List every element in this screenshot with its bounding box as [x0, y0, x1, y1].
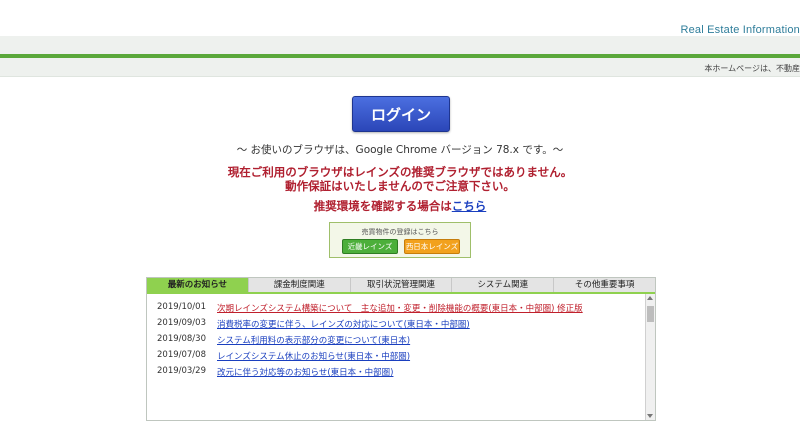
scrollbar-thumb[interactable] [647, 306, 654, 322]
site-notice: 本ホームページは、不動産 [704, 64, 800, 73]
news-item: 2019/08/30 システム利用料の表示部分の変更について(東日本) [147, 332, 645, 348]
news-item: 2019/10/01 次期レインズシステム構築について 主な追加・変更・削除機能… [147, 300, 645, 316]
news-panel: 最新のお知らせ 課金制度関連 取引状況管理関連 システム関連 その他重要事項 2… [146, 277, 656, 421]
tab-other-important[interactable]: その他重要事項 [554, 278, 655, 292]
tab-latest-news[interactable]: 最新のお知らせ [147, 278, 249, 292]
news-link[interactable]: 改元に伴う対応等のお知らせ(東日本・中部圏) [217, 366, 393, 378]
news-link[interactable]: 次期レインズシステム構築について 主な追加・変更・削除機能の概要(東日本・中部圏… [217, 302, 583, 314]
news-date: 2019/03/29 [157, 366, 206, 376]
news-date: 2019/10/01 [157, 302, 206, 312]
site-title: Real Estate Information [680, 24, 800, 36]
tab-billing[interactable]: 課金制度関連 [248, 278, 351, 292]
news-link[interactable]: レインズシステム休止のお知らせ(東日本・中部圏) [217, 350, 410, 362]
news-date: 2019/07/08 [157, 350, 206, 360]
news-tabs: 最新のお知らせ 課金制度関連 取引状況管理関連 システム関連 その他重要事項 [147, 278, 655, 292]
news-link[interactable]: システム利用料の表示部分の変更について(東日本) [217, 334, 410, 346]
registration-caption: 売買物件の登録はこちら [361, 228, 439, 236]
browser-version-info: ～ お使いのブラウザは、Google Chrome バージョン 78.x です。… [236, 144, 564, 156]
scroll-down-arrow-icon[interactable] [647, 414, 653, 418]
news-item: 2019/09/03 消費税率の変更に伴う、レインズの対応について(東日本・中部… [147, 316, 645, 332]
sub-header-band [0, 58, 800, 77]
browser-warning-line2: 動作保証はいたしませんのでご注意下さい。 [285, 179, 515, 193]
news-item: 2019/03/29 改元に伴う対応等のお知らせ(東日本・中部圏) [147, 364, 645, 380]
recommended-environment: 推奨環境を確認する場合はこちら [0, 198, 800, 214]
nishinihon-reins-button[interactable]: 西日本レインズ [404, 239, 460, 254]
news-scrollbar[interactable] [645, 294, 655, 420]
news-link[interactable]: 消費税率の変更に伴う、レインズの対応について(東日本・中部圏) [217, 318, 470, 330]
news-date: 2019/08/30 [157, 334, 206, 344]
header-band [0, 36, 800, 54]
kinki-reins-button[interactable]: 近畿レインズ [342, 239, 398, 254]
news-list: 2019/10/01 次期レインズシステム構築について 主な追加・変更・削除機能… [147, 300, 645, 380]
tab-underline [147, 292, 655, 294]
tab-system[interactable]: システム関連 [452, 278, 555, 292]
recommended-environment-text: 推奨環境を確認する場合は [313, 199, 452, 213]
news-date: 2019/09/03 [157, 318, 206, 328]
login-button[interactable]: ログイン [352, 96, 450, 132]
property-registration-box: 売買物件の登録はこちら 近畿レインズ 西日本レインズ [329, 222, 471, 258]
recommended-environment-link[interactable]: こちら [452, 199, 487, 213]
news-item: 2019/07/08 レインズシステム休止のお知らせ(東日本・中部圏) [147, 348, 645, 364]
scroll-up-arrow-icon[interactable] [647, 296, 653, 300]
tab-transaction-management[interactable]: 取引状況管理関連 [350, 278, 453, 292]
